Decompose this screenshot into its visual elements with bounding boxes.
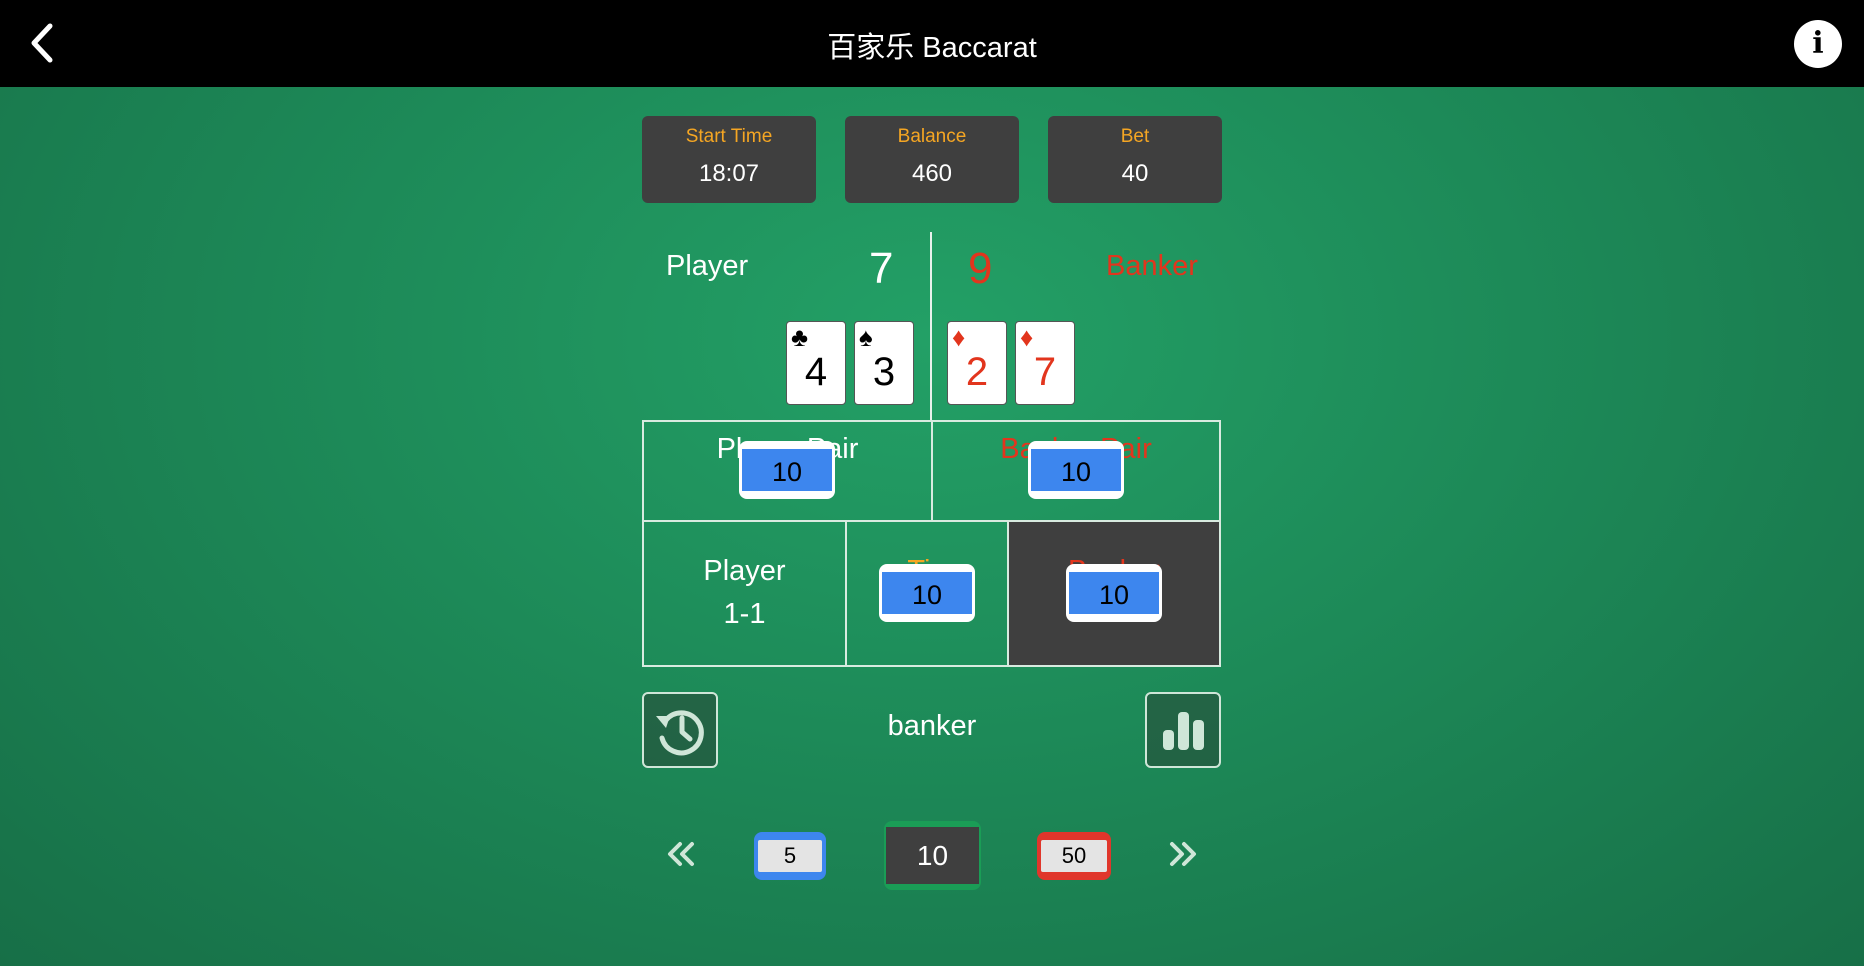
player-zone[interactable]: Player 1-1 (642, 520, 847, 667)
card-rank: 7 (1033, 350, 1057, 394)
banker-label: Banker (1106, 250, 1198, 282)
placed-chip-banker[interactable]: 10 (1066, 564, 1162, 622)
diamond-icon: ♦ (1020, 322, 1034, 352)
player-card-2: ♠ 3 (854, 321, 914, 405)
prev-chips-button[interactable] (660, 830, 700, 878)
player-card-1: ♣ 4 (786, 321, 846, 405)
player-zone-label: Player (703, 555, 786, 587)
balance-panel: Balance 460 (845, 116, 1019, 203)
banker-card-2: ♦ 7 (1015, 321, 1075, 405)
start-time-value: 18:07 (698, 160, 760, 187)
card-rank: 3 (872, 350, 896, 394)
chip-5[interactable]: 5 (754, 832, 826, 880)
chip-10-label: 10 (886, 827, 979, 884)
club-icon: ♣ (791, 322, 809, 352)
placed-chip-player-pair[interactable]: 10 (739, 441, 835, 499)
stats-button[interactable] (1145, 692, 1221, 768)
placed-chip-banker-pair[interactable]: 10 (1028, 441, 1124, 499)
start-time-panel: Start Time 18:07 (642, 116, 816, 203)
table-divider (930, 232, 932, 420)
bet-panel: Bet 40 (1048, 116, 1222, 203)
next-chips-button[interactable] (1164, 830, 1204, 878)
card-rank: 4 (804, 350, 828, 394)
info-icon: i (1812, 26, 1824, 61)
start-time-label: Start Time (685, 126, 773, 147)
bar-chart-icon (1163, 712, 1204, 750)
top-bar: 百家乐 Baccarat i (0, 0, 1864, 87)
diamond-icon: ♦ (952, 322, 966, 352)
chip-value: 10 (882, 570, 972, 616)
player-score: 7 (869, 244, 894, 293)
balance-label: Balance (897, 126, 967, 147)
double-chevron-left-icon (668, 842, 694, 866)
chip-value: 10 (1069, 570, 1159, 616)
banker-score: 9 (968, 244, 993, 293)
result-text: banker (887, 710, 977, 742)
player-label: Player (666, 250, 749, 282)
spade-icon: ♠ (859, 322, 873, 352)
placed-chip-tie[interactable]: 10 (879, 564, 975, 622)
player-odds: 1-1 (723, 598, 766, 630)
card-rank: 2 (965, 350, 989, 394)
chip-50[interactable]: 50 (1037, 832, 1111, 880)
bet-label: Bet (1120, 126, 1150, 147)
bet-value: 40 (1121, 160, 1149, 187)
info-button[interactable]: i (1794, 20, 1842, 68)
chip-5-label: 5 (758, 840, 822, 872)
banker-card-1: ♦ 2 (947, 321, 1007, 405)
balance-value: 460 (911, 160, 953, 187)
chip-10-selected[interactable]: 10 (884, 821, 981, 890)
chip-value: 10 (1031, 447, 1121, 493)
chip-value: 10 (742, 447, 832, 493)
page-title: 百家乐 Baccarat (827, 32, 1037, 64)
chip-50-label: 50 (1041, 840, 1107, 872)
double-chevron-right-icon (1170, 842, 1196, 866)
